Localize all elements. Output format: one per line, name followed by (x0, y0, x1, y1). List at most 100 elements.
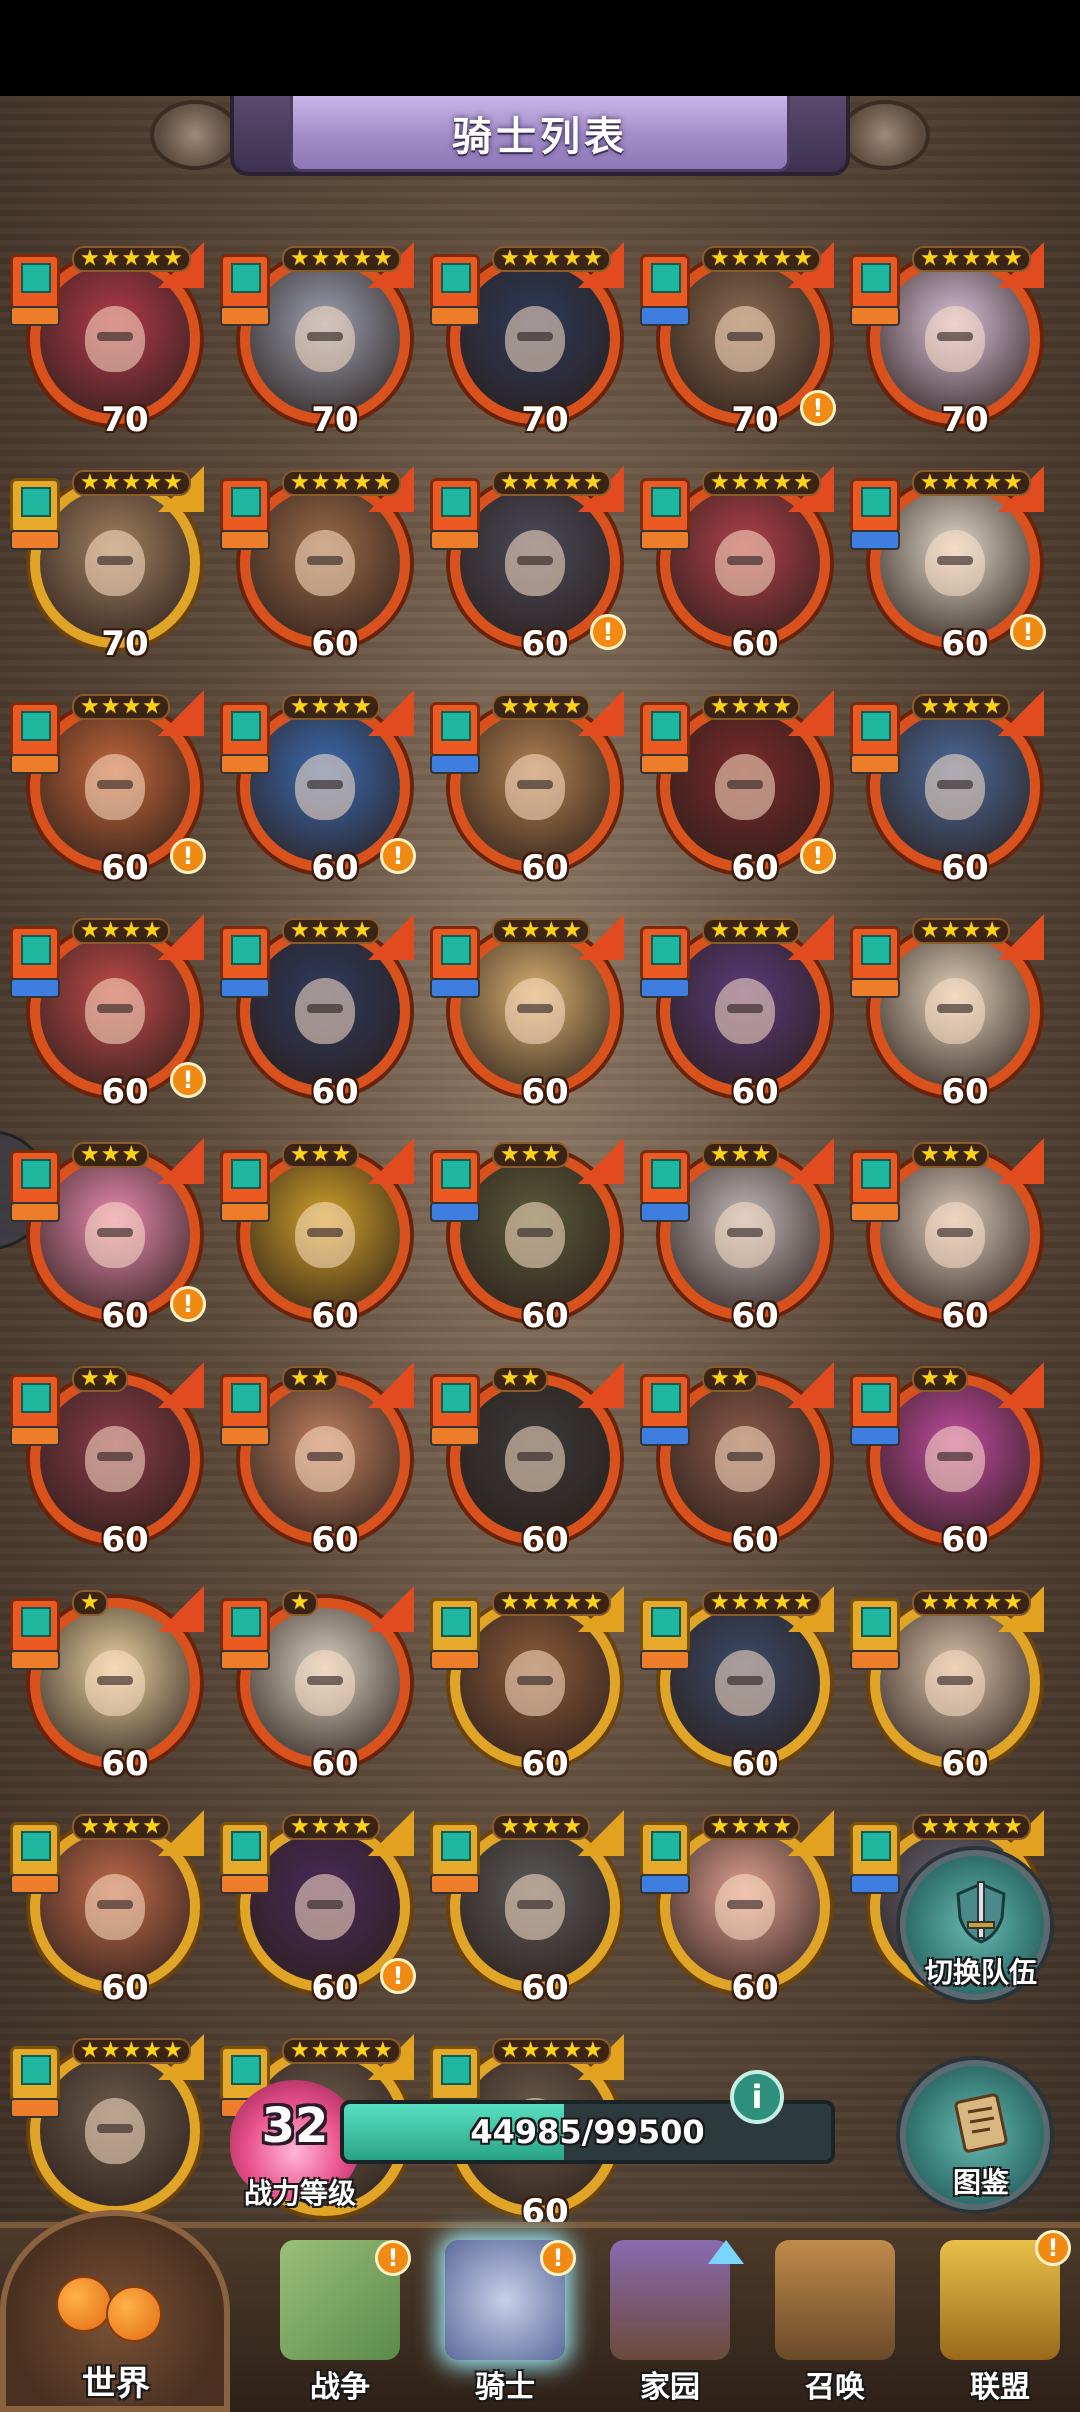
star-rating: ★ ★ ★ ★ (702, 918, 800, 944)
knight-card[interactable]: ★ ★ ★ ★ ★ 70 (430, 240, 624, 440)
star-icon: ★ (331, 1142, 352, 1167)
info-button[interactable]: i (730, 2070, 784, 2124)
knight-card[interactable]: ★ ★ ★ ★ ★ 60! (850, 464, 1046, 664)
formation-grid-icon (21, 1607, 51, 1637)
nav-home[interactable]: 家园 (595, 2240, 745, 2410)
knight-card[interactable]: ★ ★ ★ ★ 60 (850, 912, 1044, 1112)
formation-grid-icon (21, 1383, 51, 1413)
knight-card[interactable]: ★ ★ ★ ★ ★ 70 (10, 464, 204, 664)
knight-card[interactable]: ★ ★ ★ ★ 60! (10, 688, 206, 888)
formation-badge-icon (430, 1150, 480, 1206)
knight-level: 60 (941, 848, 989, 888)
knight-card[interactable]: ★ ★ ★ ★ 60! (10, 912, 206, 1112)
formation-grid-icon (861, 1831, 891, 1861)
star-rating: ★ ★ ★ (492, 1142, 570, 1168)
star-rating: ★ (72, 1590, 108, 1616)
knight-card[interactable]: ★ ★ ★ ★ ★ 60 (640, 464, 834, 664)
role-tag-icon (430, 1202, 480, 1222)
star-icon: ★ (710, 470, 730, 495)
knight-card[interactable]: ★ ★ ★ 60 (640, 1136, 834, 1336)
role-tag-icon (220, 530, 270, 550)
knight-card[interactable]: ★ ★ ★ 60! (10, 1136, 206, 1336)
rank-flag-icon (788, 1138, 834, 1184)
star-rating: ★ ★ ★ ★ (492, 918, 590, 944)
knight-card[interactable]: ★ ★ 60 (10, 1360, 204, 1560)
star-icon: ★ (710, 918, 730, 943)
nav-alliance[interactable]: 联盟 ! (925, 2230, 1075, 2410)
star-icon: ★ (710, 694, 730, 719)
role-tag-icon (430, 754, 480, 774)
star-icon: ★ (792, 1590, 813, 1615)
world-button[interactable]: 世界 (0, 2210, 230, 2412)
knight-card[interactable]: ★ ★ ★ ★ 60 (430, 1808, 624, 2008)
role-tag-icon (220, 754, 270, 774)
star-icon: ★ (792, 470, 813, 495)
knight-card[interactable]: ★ ★ ★ ★ 60! (220, 688, 416, 888)
star-icon: ★ (500, 918, 520, 943)
star-icon: ★ (772, 246, 792, 271)
nav-knights[interactable]: 骑士 ! (430, 2240, 580, 2410)
formation-grid-icon (861, 1159, 891, 1189)
knight-level: 60 (941, 1520, 989, 1560)
star-icon: ★ (121, 2038, 142, 2063)
nav-war[interactable]: 战争 ! (265, 2240, 415, 2410)
knight-level: 60 (731, 624, 779, 664)
knight-card[interactable]: ★ ★ ★ ★ ★ 70! (640, 240, 836, 440)
knight-level: 60 (941, 624, 989, 664)
codex-label: 图鉴 (952, 2166, 1009, 2199)
knight-card[interactable]: ★ ★ ★ ★ ★ (10, 2032, 204, 2232)
knight-card[interactable]: ★ 60 (10, 1584, 204, 1784)
star-icon: ★ (751, 694, 772, 719)
nav-war-label: 战争 (310, 2370, 370, 2405)
formation-grid-icon (441, 711, 471, 741)
knight-card[interactable]: ★ ★ ★ ★ ★ 60 (220, 464, 414, 664)
knight-card[interactable]: ★ ★ ★ ★ 60 (850, 688, 1044, 888)
knight-card[interactable]: ★ ★ 60 (220, 1360, 414, 1560)
role-tag-icon (220, 1426, 270, 1446)
formation-badge-icon (850, 926, 900, 982)
formation-badge-icon (850, 478, 900, 534)
knight-card[interactable]: ★ ★ 60 (430, 1360, 624, 1560)
knight-card[interactable]: ★ ★ ★ ★ ★ 60! (430, 464, 626, 664)
role-tag-icon (640, 754, 690, 774)
knight-card[interactable]: ★ ★ ★ ★ ★ 70 (220, 240, 414, 440)
knight-card[interactable]: ★ ★ ★ 60 (220, 1136, 414, 1336)
knight-card[interactable]: ★ ★ 60 (640, 1360, 834, 1560)
codex-button[interactable]: 图鉴 (900, 2060, 1050, 2210)
rank-flag-icon (578, 1138, 624, 1184)
knight-card[interactable]: ★ ★ ★ ★ 60 (10, 1808, 204, 2008)
knight-card[interactable]: ★ ★ ★ ★ ★ 60 (850, 1584, 1044, 1784)
knight-card[interactable]: ★ ★ 60 (850, 1360, 1044, 1560)
star-icon: ★ (582, 1590, 603, 1615)
star-icon: ★ (520, 1366, 541, 1391)
formation-grid-icon (861, 1383, 891, 1413)
star-icon: ★ (500, 1590, 520, 1615)
star-icon: ★ (961, 918, 982, 943)
formation-grid-icon (21, 263, 51, 293)
formation-grid-icon (231, 263, 261, 293)
knight-card[interactable]: ★ ★ ★ ★ ★ 70 (10, 240, 204, 440)
nav-summon[interactable]: 召唤 (760, 2240, 910, 2410)
knight-level: 60 (521, 1296, 569, 1336)
knight-card[interactable]: ★ ★ ★ 60 (430, 1136, 624, 1336)
knight-level: 60 (521, 848, 569, 888)
knight-card[interactable]: ★ ★ ★ ★ 60! (220, 1808, 416, 2008)
switch-team-button[interactable]: 切换队伍 (900, 1850, 1050, 2000)
knight-card[interactable]: ★ ★ ★ ★ 60 (640, 1808, 834, 2008)
knight-card[interactable]: ★ ★ ★ ★ ★ 60 (430, 1584, 624, 1784)
knight-card[interactable]: ★ ★ ★ ★ 60 (220, 912, 414, 1112)
alert-badge: ! (540, 2240, 576, 2276)
knight-card[interactable]: ★ ★ ★ ★ ★ 60 (640, 1584, 834, 1784)
nav-home-label: 家园 (640, 2370, 700, 2405)
knight-card[interactable]: ★ ★ ★ 60 (850, 1136, 1044, 1336)
knight-card[interactable]: ★ ★ ★ ★ 60 (430, 912, 624, 1112)
knight-level: 60 (101, 1520, 149, 1560)
knight-card[interactable]: ★ ★ ★ ★ 60 (430, 688, 624, 888)
knight-card[interactable]: ★ ★ ★ ★ 60! (640, 688, 836, 888)
knight-card[interactable]: ★ ★ ★ ★ ★ 70 (850, 240, 1044, 440)
knight-card[interactable]: ★ 60 (220, 1584, 414, 1784)
star-icon: ★ (290, 918, 310, 943)
star-rating: ★ ★ ★ ★ ★ (72, 470, 191, 496)
knight-level: 60 (101, 1296, 149, 1336)
knight-card[interactable]: ★ ★ ★ ★ 60 (640, 912, 834, 1112)
